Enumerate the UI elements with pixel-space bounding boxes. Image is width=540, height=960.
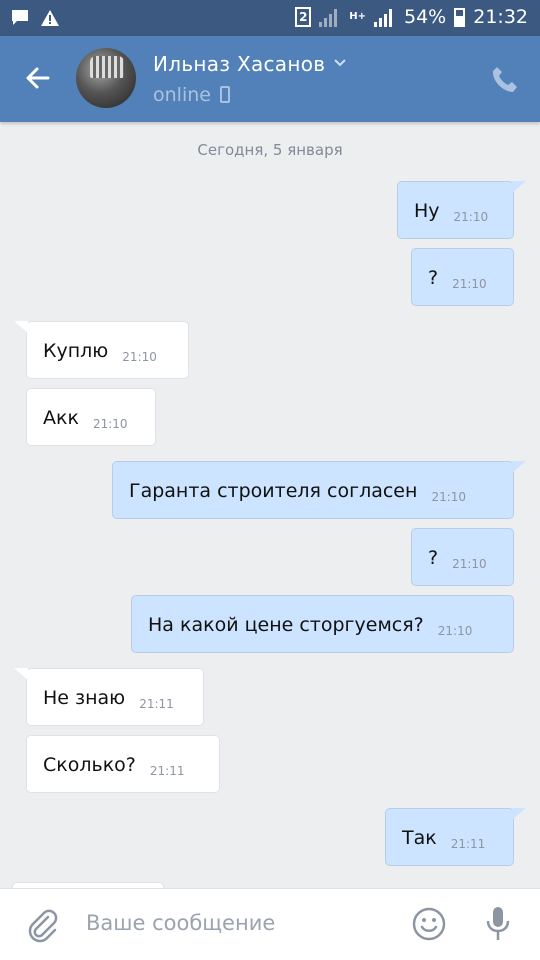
phone-call-icon[interactable]: [490, 64, 520, 94]
mobile-device-icon: [220, 86, 230, 103]
message-bubble[interactable]: Куплю 21:10: [14, 321, 189, 379]
message-bubble[interactable]: Гаранта строителя согласен 21:10: [112, 461, 526, 519]
message-bubble[interactable]: Акк 21:10: [26, 388, 156, 446]
avatar[interactable]: [76, 48, 136, 108]
back-arrow-icon[interactable]: [18, 58, 58, 98]
message-text: Гаранта строителя согласен: [129, 480, 418, 502]
contact-name[interactable]: Ильназ Хасанов: [153, 52, 325, 76]
message-bubble[interactable]: Не знаю 21:11: [14, 668, 204, 726]
message-list[interactable]: Сегодня, 5 января Ну 21:10 ? 21:10 Куплю 21…: [0, 122, 540, 888]
sim-icon: 2: [295, 7, 312, 27]
message-time: 21:11: [149, 764, 185, 778]
chat-notification-icon: [12, 10, 28, 25]
message-time: 21:10: [452, 557, 487, 571]
microphone-icon[interactable]: [484, 905, 512, 943]
message-bubble[interactable]: ? 21:10: [411, 248, 514, 306]
message-text: Не знаю: [43, 687, 126, 709]
network-type: H+: [349, 11, 366, 22]
message-text: Сколько?: [43, 754, 136, 776]
message-input[interactable]: Ваше сообщение: [86, 911, 275, 935]
message-time: 21:10: [92, 417, 128, 431]
message-text: Так: [402, 827, 437, 849]
message-bubble[interactable]: ? 21:10: [411, 528, 514, 586]
battery-percent: 54%: [404, 6, 447, 28]
message-text: ?: [428, 267, 439, 289]
message-time: 21:10: [452, 277, 487, 291]
contact-status: online: [153, 84, 211, 106]
message-time: 21:10: [431, 490, 467, 504]
message-bubble[interactable]: Сколько? 21:11: [26, 735, 220, 793]
clock: 21:32: [473, 6, 528, 28]
message-bubble[interactable]: Ну 21:10: [397, 181, 526, 239]
battery-icon: [454, 7, 466, 27]
message-text: ?: [428, 547, 439, 569]
message-time: 21:10: [437, 624, 473, 638]
emoji-icon[interactable]: [412, 907, 446, 941]
message-time: 21:11: [139, 697, 174, 711]
message-bubble[interactable]: На какой цене сторгуемся? 21:10: [131, 595, 514, 653]
message-text: Куплю: [43, 340, 109, 362]
paperclip-icon[interactable]: [26, 907, 58, 943]
message-time: 21:11: [450, 837, 486, 851]
signal-icon: [319, 7, 341, 27]
message-composer: Ваше сообщение: [0, 888, 540, 960]
status-bar: 2 H+ 54% 21:32: [0, 0, 540, 36]
date-separator: Сегодня, 5 января: [197, 141, 343, 159]
warning-icon: [41, 10, 59, 26]
message-time: 21:10: [453, 210, 489, 224]
message-time: 21:10: [122, 350, 157, 364]
message-bubble[interactable]: Так 21:11: [385, 808, 526, 866]
signal-strength-icon: [374, 7, 396, 27]
message-text: На какой цене сторгуемся?: [148, 614, 424, 636]
chat-header: Ильназ Хасанов online: [0, 36, 540, 122]
message-text: Акк: [43, 407, 79, 429]
chevron-down-icon[interactable]: [333, 58, 347, 68]
message-text: Ну: [414, 200, 440, 222]
